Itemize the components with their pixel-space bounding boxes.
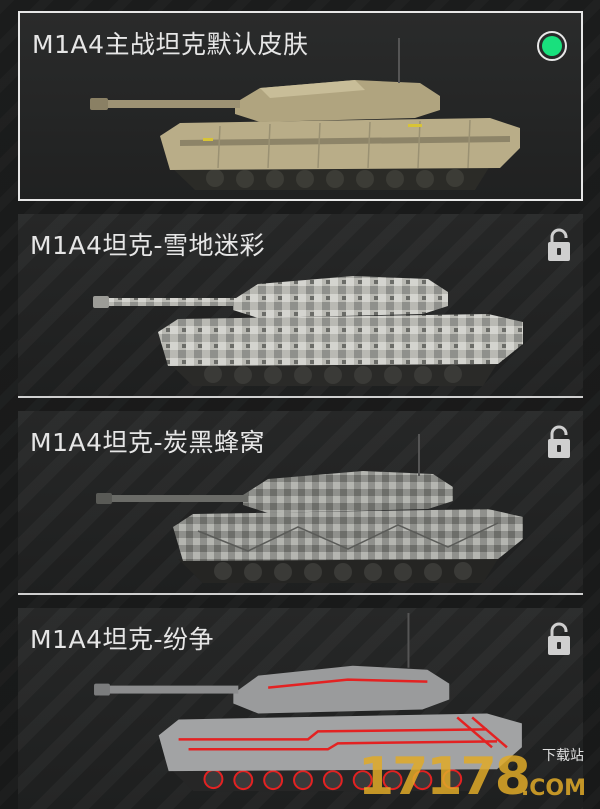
radio-selected-icon[interactable] bbox=[537, 31, 567, 61]
card-divider bbox=[18, 593, 583, 595]
padlock-icon bbox=[548, 425, 570, 458]
skin-title: M1A4坦克-纷争 bbox=[30, 625, 215, 654]
selected-indicator bbox=[542, 36, 562, 56]
padlock-icon bbox=[548, 228, 570, 261]
watermark-number: 17178 bbox=[358, 747, 531, 807]
skin-title: M1A4坦克-雪地迷彩 bbox=[30, 231, 266, 260]
skin-title: M1A4坦克-炭黑蜂窝 bbox=[30, 428, 266, 457]
skin-card-default[interactable]: M1A4主战坦克默认皮肤 bbox=[18, 11, 583, 201]
skin-card-snow[interactable]: M1A4坦克-雪地迷彩 bbox=[18, 214, 583, 398]
watermark-site: 下载站 bbox=[542, 748, 584, 764]
watermark-domain: .COM bbox=[520, 776, 586, 801]
padlock-icon bbox=[548, 622, 570, 655]
card-divider bbox=[18, 396, 583, 398]
skin-card-charcoal[interactable]: M1A4坦克-炭黑蜂窝 bbox=[18, 411, 583, 595]
skin-title: M1A4主战坦克默认皮肤 bbox=[32, 30, 309, 59]
watermark-logo: 17178 下载站 .COM bbox=[358, 745, 588, 803]
